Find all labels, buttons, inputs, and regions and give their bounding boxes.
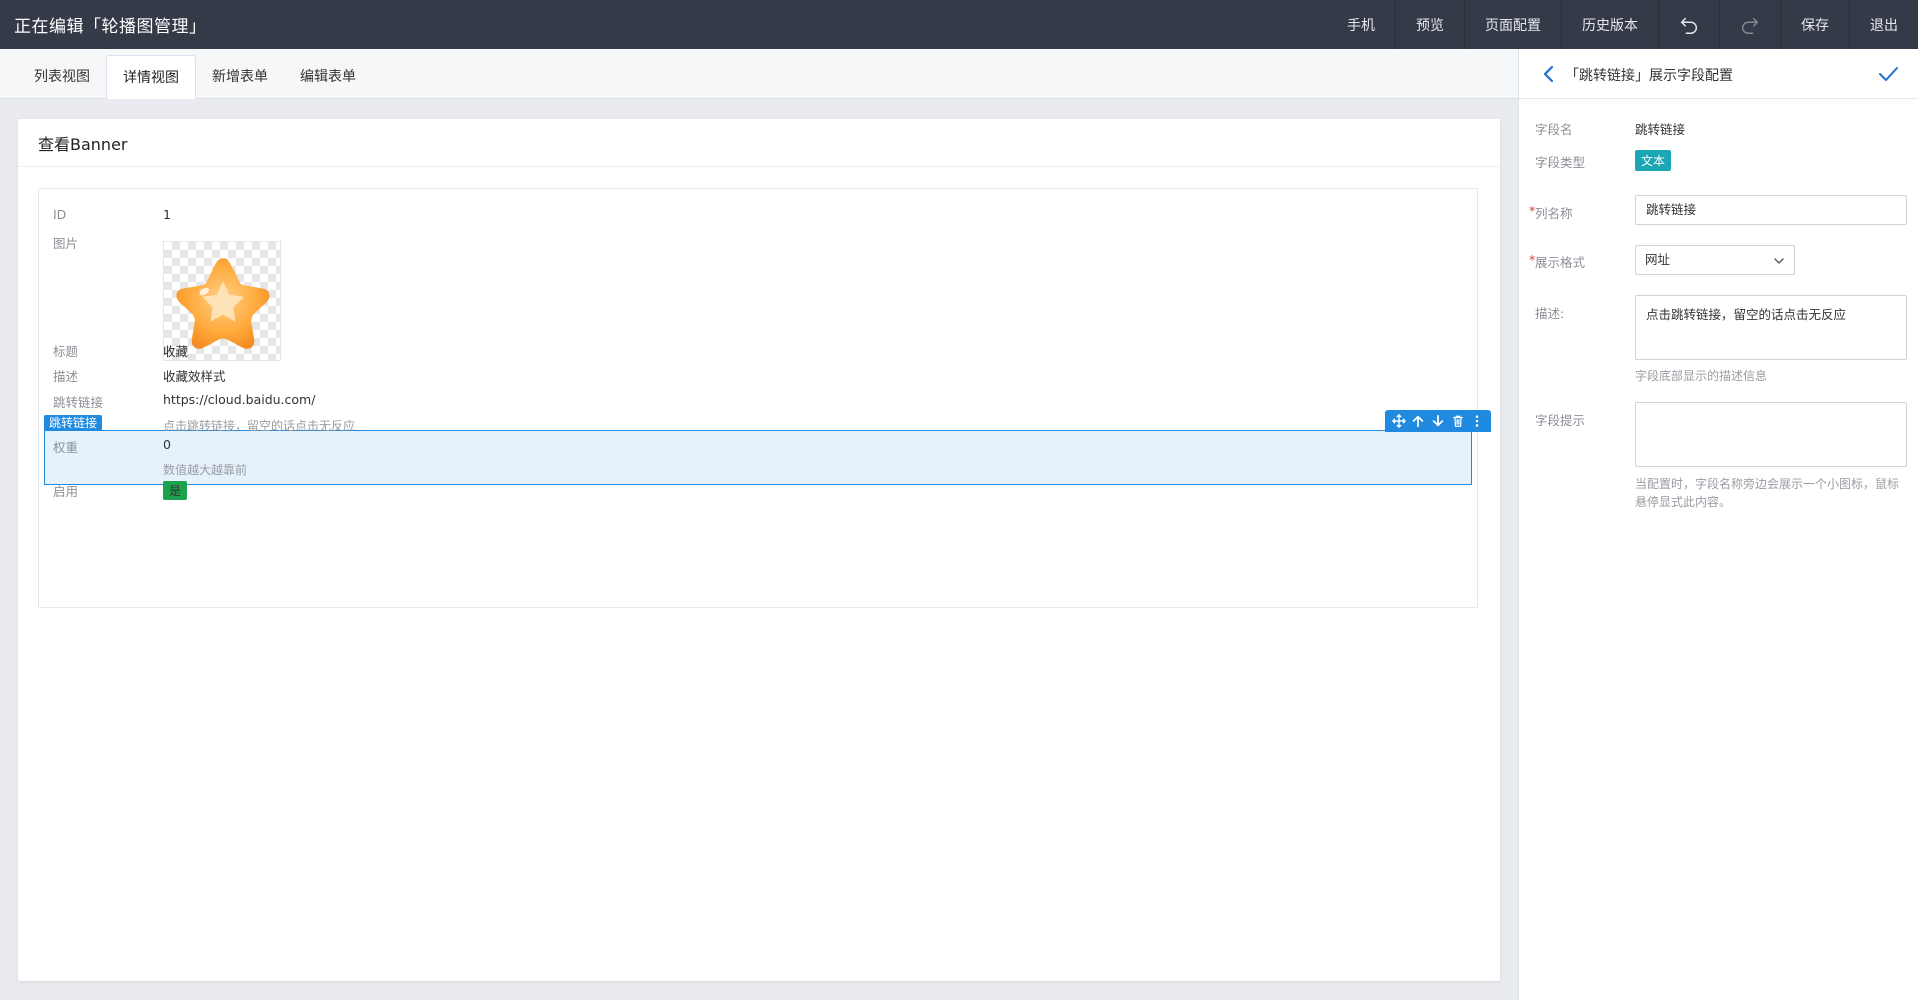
field-label: 跳转链接 [53,395,104,410]
arrow-down-icon [1432,414,1444,427]
move-button[interactable] [1391,413,1407,429]
description-help: 字段底部显示的描述信息 [1635,369,1768,383]
tab-list-view[interactable]: 列表视图 [18,54,106,98]
field-tip-label: 字段提示 [1535,413,1586,428]
field-type-label: 字段类型 [1535,155,1586,170]
view-tabs: 列表视图 详情视图 新增表单 编辑表单 [0,49,1518,99]
more-icon [1475,415,1479,427]
check-icon[interactable] [1876,62,1900,86]
move-icon [1391,414,1406,428]
field-toolbar [1385,410,1491,432]
selected-field-tag: 跳转链接 [44,415,103,431]
column-name-label: 列名称 [1529,203,1572,222]
field-label: 启用 [53,484,79,499]
field-value: 收藏效样式 [163,369,226,384]
more-button[interactable] [1469,413,1485,429]
field-value: 收藏 [163,344,189,359]
config-header: 「跳转链接」展示字段配置 [1519,49,1918,99]
description-textarea[interactable]: 点击跳转链接，留空的话点击无反应 [1635,295,1907,360]
move-down-button[interactable] [1430,413,1446,429]
exit-button[interactable]: 退出 [1849,0,1918,49]
column-name-input[interactable]: 跳转链接 [1635,195,1907,225]
field-hint: 数值越大越靠前 [163,463,248,477]
preview-button[interactable]: 预览 [1395,0,1464,49]
description-label: 描述: [1535,306,1565,321]
field-tip-help: 当配置时，字段名称旁边会展示一个小图标，鼠标悬停显式此内容。 [1635,477,1900,509]
display-format-value: 网址 [1645,252,1671,267]
display-format-label: 展示格式 [1529,252,1585,271]
field-value: 1 [163,207,171,222]
field-label: 描述 [53,369,79,384]
field-name-label: 字段名 [1535,122,1573,137]
redo-button[interactable] [1719,0,1780,49]
detail-title: 查看Banner [18,119,1500,167]
field-name-value: 跳转链接 [1635,122,1686,137]
editor-canvas: 列表视图 详情视图 新增表单 编辑表单 查看Banner ID 1 图片 标题 … [0,49,1518,1000]
field-type-badge: 文本 [1635,150,1672,171]
star-icon [176,258,270,349]
back-icon[interactable] [1539,64,1559,84]
history-button[interactable]: 历史版本 [1561,0,1658,49]
field-label: 权重 [53,440,79,455]
field-value: 0 [163,437,171,452]
arrow-up-icon [1413,415,1424,428]
detail-card: 查看Banner ID 1 图片 标题 收藏 描述 收藏效样式 跳转链接 跳转链… [18,119,1500,981]
field-config-panel: 「跳转链接」展示字段配置 字段名 跳转链接 字段类型 文本 列名称 跳转链接 展… [1518,49,1918,1000]
tab-edit-form[interactable]: 编辑表单 [284,54,372,98]
field-hint: 点击跳转链接，留空的话点击无反应 [163,419,356,433]
page-config-button[interactable]: 页面配置 [1464,0,1561,49]
delete-button[interactable] [1450,413,1466,429]
save-button[interactable]: 保存 [1780,0,1849,49]
page-title: 正在编辑「轮播图管理」 [14,17,207,37]
status-badge: 是 [163,481,188,500]
move-up-button[interactable] [1410,413,1426,429]
chevron-down-icon [1774,258,1784,264]
field-tip-textarea[interactable] [1635,402,1907,467]
redo-icon [1742,17,1759,34]
detail-panel: ID 1 图片 标题 收藏 描述 收藏效样式 跳转链接 跳转链接 https:/… [38,188,1491,608]
display-format-select[interactable]: 网址 [1635,245,1795,275]
tab-detail-view[interactable]: 详情视图 [106,55,196,99]
field-label: ID [53,207,67,222]
top-bar: 正在编辑「轮播图管理」 手机 预览 页面配置 历史版本 保存 退出 [0,0,1918,49]
selected-field-link[interactable] [44,430,1472,485]
trash-icon [1452,415,1463,427]
tab-create-form[interactable]: 新增表单 [196,54,284,98]
field-label: 标题 [53,344,79,359]
mobile-button[interactable]: 手机 [1327,0,1395,49]
config-title: 「跳转链接」展示字段配置 [1565,68,1733,84]
undo-icon [1680,17,1697,34]
header-actions: 手机 预览 页面配置 历史版本 保存 退出 [1327,0,1918,49]
field-label: 图片 [53,236,79,251]
undo-button[interactable] [1658,0,1719,49]
link-value[interactable]: https://cloud.baidu.com/ [163,392,315,407]
